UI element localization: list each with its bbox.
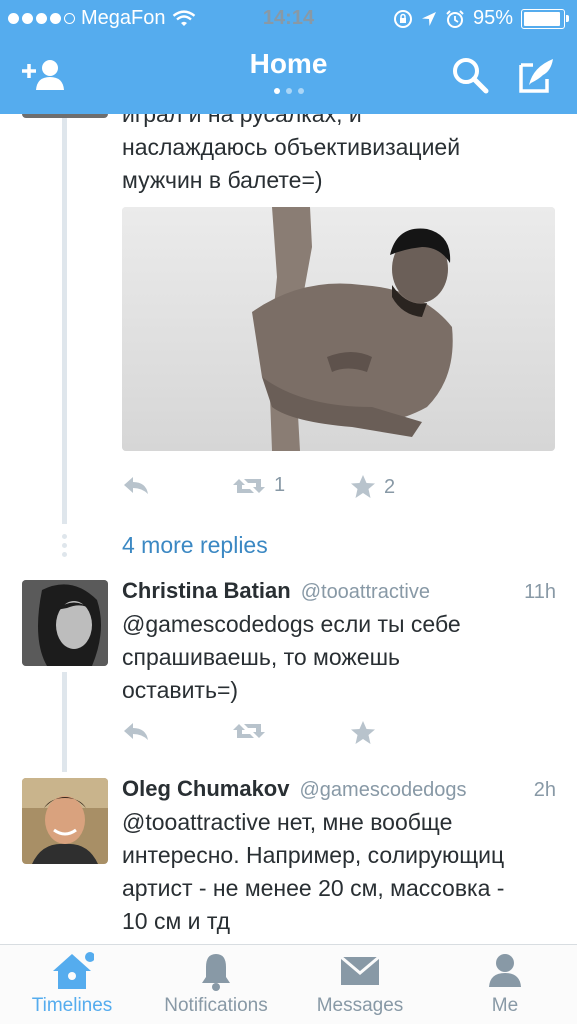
tweet-text: играл и на русалках, и наслаждаюсь объек… [122, 114, 461, 193]
avatar[interactable] [22, 114, 108, 118]
reply-button[interactable] [122, 474, 150, 496]
user-handle: @tooattractive [300, 581, 430, 603]
favorite-button[interactable]: 2 [350, 474, 395, 500]
ballet-dancer-photo [122, 207, 555, 451]
retweet-count: 1 [274, 474, 286, 496]
avatar-photo [22, 778, 108, 864]
favorite-button[interactable] [350, 720, 376, 746]
tweet-text: @tooattractive нет, мне вообще интересно… [122, 809, 505, 934]
home-icon [53, 952, 94, 989]
retweet-button[interactable] [232, 720, 266, 742]
retweet-icon [233, 724, 265, 738]
tweet-actions: 1 2 [122, 474, 422, 504]
tab-timelines[interactable]: Timelines [0, 951, 144, 1024]
tweet-time: 2h [533, 779, 556, 801]
battery-percent: 95% [472, 7, 513, 29]
search-icon [453, 58, 489, 94]
retweet-icon [233, 478, 265, 493]
thread-line [62, 672, 67, 772]
tweet-actions [122, 720, 422, 750]
battery-icon [521, 8, 569, 29]
tab-bar: Timelines Notifications Messages Me [0, 944, 577, 1024]
retweet-button[interactable]: 1 [232, 474, 285, 497]
compose-icon [519, 59, 553, 93]
app-header: MegaFon 14:14 95% Home [0, 0, 577, 114]
location-icon [421, 11, 436, 26]
reply-button[interactable] [122, 720, 150, 742]
more-replies-link[interactable]: 4 more replies [122, 532, 268, 559]
reply-icon [124, 477, 148, 494]
thread-gap-indicator [62, 534, 67, 557]
thread-line [62, 114, 67, 524]
tweet-text: @gamescodedogs если ты себе спрашиваешь,… [122, 611, 461, 703]
search-button[interactable] [445, 52, 495, 98]
star-icon [351, 721, 375, 744]
envelope-icon [340, 955, 380, 985]
status-bar: MegaFon 14:14 95% [0, 0, 577, 38]
user-handle: @gamescodedogs [299, 779, 467, 801]
avatar-photo [22, 580, 108, 666]
tab-me[interactable]: Me [433, 951, 577, 1024]
compose-tweet-button[interactable] [512, 52, 562, 98]
reply-icon [124, 723, 148, 740]
star-icon [351, 475, 375, 498]
user-name[interactable]: Christina Batian [122, 578, 291, 604]
alarm-icon [446, 9, 464, 28]
person-icon [489, 954, 521, 987]
tweet-photo[interactable] [122, 207, 555, 451]
tweet-header: Christina Batian @tooattractive 11h [122, 578, 556, 608]
tweet-time: 11h [524, 581, 556, 603]
avatar[interactable] [22, 778, 108, 864]
bell-icon [202, 954, 230, 991]
favorite-count: 2 [384, 475, 396, 498]
rotation-lock-icon [393, 9, 412, 28]
tab-notifications[interactable]: Notifications [144, 951, 288, 1024]
tweet-header: Oleg Chumakov @gamescodedogs 2h [122, 776, 556, 806]
tab-messages[interactable]: Messages [288, 951, 432, 1024]
user-name[interactable]: Oleg Chumakov [122, 776, 289, 802]
avatar[interactable] [22, 580, 108, 666]
timeline[interactable]: играл и на русалках, и наслаждаюсь объек… [0, 114, 577, 944]
